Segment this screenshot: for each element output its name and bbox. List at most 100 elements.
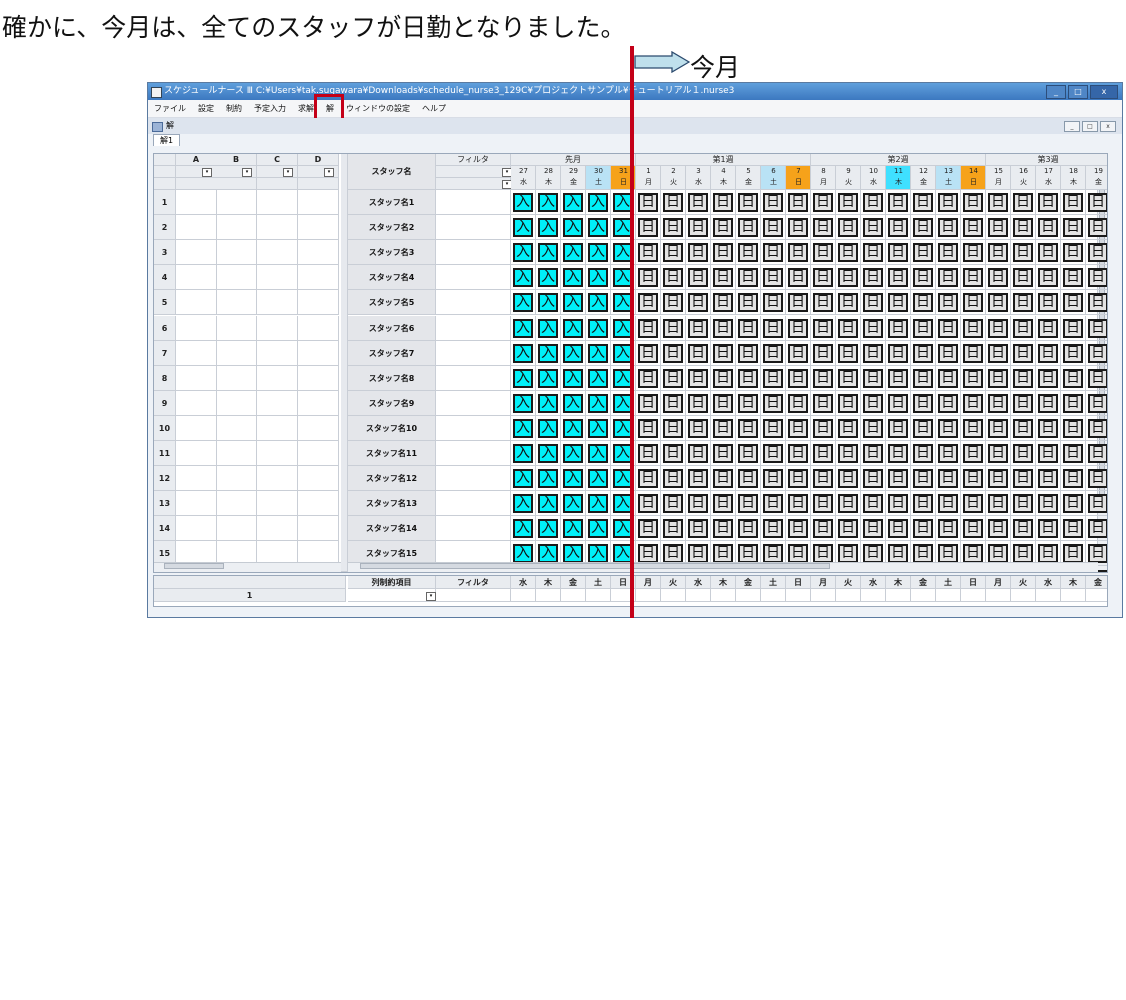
night-entry-shift[interactable]: 入	[563, 444, 583, 463]
close-button[interactable]: x	[1090, 85, 1118, 99]
night-entry-shift[interactable]: 入	[513, 268, 533, 288]
table-cell[interactable]	[176, 315, 217, 341]
night-entry-shift[interactable]: 入	[588, 469, 608, 489]
day-shift[interactable]: 日	[863, 418, 883, 438]
day-shift[interactable]: 日	[863, 243, 883, 263]
day-shift[interactable]: 日	[988, 494, 1008, 514]
table-cell[interactable]	[216, 415, 257, 441]
day-shift[interactable]: 日	[788, 444, 808, 463]
night-entry-shift[interactable]: 入	[513, 318, 533, 338]
day-shift[interactable]: 日	[763, 368, 783, 388]
day-shift[interactable]: 日	[913, 218, 933, 238]
day-shift[interactable]: 日	[913, 243, 933, 263]
day-shift[interactable]: 日	[963, 193, 983, 212]
night-entry-shift[interactable]: 入	[588, 494, 608, 514]
night-entry-shift[interactable]: 入	[513, 418, 533, 438]
day-shift[interactable]: 日	[738, 368, 758, 388]
day-shift[interactable]: 日	[838, 218, 858, 238]
day-shift[interactable]: 日	[738, 444, 758, 463]
day-shift[interactable]: 日	[1013, 494, 1033, 514]
day-shift[interactable]: 日	[1088, 544, 1107, 564]
night-entry-shift[interactable]: 入	[538, 494, 558, 514]
table-cell[interactable]	[176, 491, 217, 517]
day-shift[interactable]: 日	[1063, 444, 1083, 463]
staff-name-cell[interactable]: スタッフ名11	[348, 441, 436, 467]
day-shift[interactable]: 日	[988, 519, 1008, 539]
night-entry-shift[interactable]: 入	[513, 469, 533, 489]
table-cell[interactable]	[298, 491, 339, 517]
day-shift[interactable]: 日	[763, 444, 783, 463]
night-entry-shift[interactable]: 入	[538, 368, 558, 388]
constraint-cell[interactable]	[711, 589, 736, 602]
day-shift[interactable]: 日	[838, 444, 858, 463]
day-shift[interactable]: 日	[763, 494, 783, 514]
day-shift[interactable]: 日	[688, 268, 708, 288]
horizontal-scrollbar-right[interactable]	[348, 562, 1098, 572]
table-cell[interactable]	[216, 390, 257, 416]
day-shift[interactable]: 日	[638, 293, 658, 313]
table-cell[interactable]	[216, 365, 257, 391]
day-shift[interactable]: 日	[688, 469, 708, 489]
day-shift[interactable]: 日	[813, 519, 833, 539]
day-shift[interactable]: 日	[638, 268, 658, 288]
night-entry-shift[interactable]: 入	[588, 243, 608, 263]
filter-dropdown-cell[interactable]	[436, 178, 511, 190]
night-entry-shift[interactable]: 入	[563, 469, 583, 489]
filter-cell[interactable]	[436, 215, 511, 241]
night-entry-shift[interactable]: 入	[513, 544, 533, 564]
table-cell[interactable]	[298, 516, 339, 542]
day-shift[interactable]: 日	[863, 293, 883, 313]
day-shift[interactable]: 日	[963, 268, 983, 288]
night-entry-shift[interactable]: 入	[513, 368, 533, 388]
day-shift[interactable]: 日	[713, 293, 733, 313]
table-cell[interactable]	[298, 315, 339, 341]
day-shift[interactable]: 日	[688, 519, 708, 539]
night-entry-shift[interactable]: 入	[538, 268, 558, 288]
constraint-filter-cell[interactable]	[436, 589, 511, 602]
day-shift[interactable]: 日	[663, 469, 683, 489]
night-entry-shift[interactable]: 入	[563, 368, 583, 388]
night-entry-shift[interactable]: 入	[538, 218, 558, 238]
day-shift[interactable]: 日	[913, 193, 933, 212]
constraint-cell[interactable]	[661, 589, 686, 602]
staff-name-cell[interactable]: スタッフ名3	[348, 240, 436, 266]
day-shift[interactable]: 日	[988, 218, 1008, 238]
dropdown-arrow-icon[interactable]: ▾	[324, 168, 334, 177]
day-shift[interactable]: 日	[713, 193, 733, 212]
day-shift[interactable]: 日	[1038, 243, 1058, 263]
day-shift[interactable]: 日	[838, 469, 858, 489]
day-shift[interactable]: 日	[1013, 469, 1033, 489]
day-shift[interactable]: 日	[1088, 193, 1107, 212]
day-shift[interactable]: 日	[688, 243, 708, 263]
day-shift[interactable]: 日	[763, 393, 783, 413]
day-shift[interactable]: 日	[763, 343, 783, 363]
day-shift[interactable]: 日	[938, 343, 958, 363]
day-shift[interactable]: 日	[688, 418, 708, 438]
filter-cell[interactable]	[436, 190, 511, 216]
constraint-cell[interactable]	[586, 589, 611, 602]
night-entry-shift[interactable]: 入	[588, 368, 608, 388]
night-entry-shift[interactable]: 入	[588, 193, 608, 212]
menu-constraints[interactable]: 制約	[226, 103, 242, 114]
day-shift[interactable]: 日	[1038, 218, 1058, 238]
day-shift[interactable]: 日	[913, 469, 933, 489]
day-shift[interactable]: 日	[838, 494, 858, 514]
day-shift[interactable]: 日	[963, 469, 983, 489]
day-shift[interactable]: 日	[1088, 268, 1107, 288]
day-shift[interactable]: 日	[963, 218, 983, 238]
day-shift[interactable]: 日	[788, 268, 808, 288]
night-entry-shift[interactable]: 入	[563, 268, 583, 288]
day-shift[interactable]: 日	[738, 544, 758, 564]
day-shift[interactable]: 日	[738, 418, 758, 438]
night-entry-shift[interactable]: 入	[563, 494, 583, 514]
dropdown-arrow-icon[interactable]: ▾	[426, 592, 436, 601]
table-cell[interactable]	[216, 315, 257, 341]
day-shift[interactable]: 日	[713, 469, 733, 489]
day-shift[interactable]: 日	[888, 444, 908, 463]
day-shift[interactable]: 日	[888, 243, 908, 263]
constraint-cell[interactable]	[861, 589, 886, 602]
night-entry-shift[interactable]: 入	[513, 293, 533, 313]
day-shift[interactable]: 日	[663, 418, 683, 438]
day-shift[interactable]: 日	[1088, 418, 1107, 438]
table-cell[interactable]	[298, 290, 339, 316]
